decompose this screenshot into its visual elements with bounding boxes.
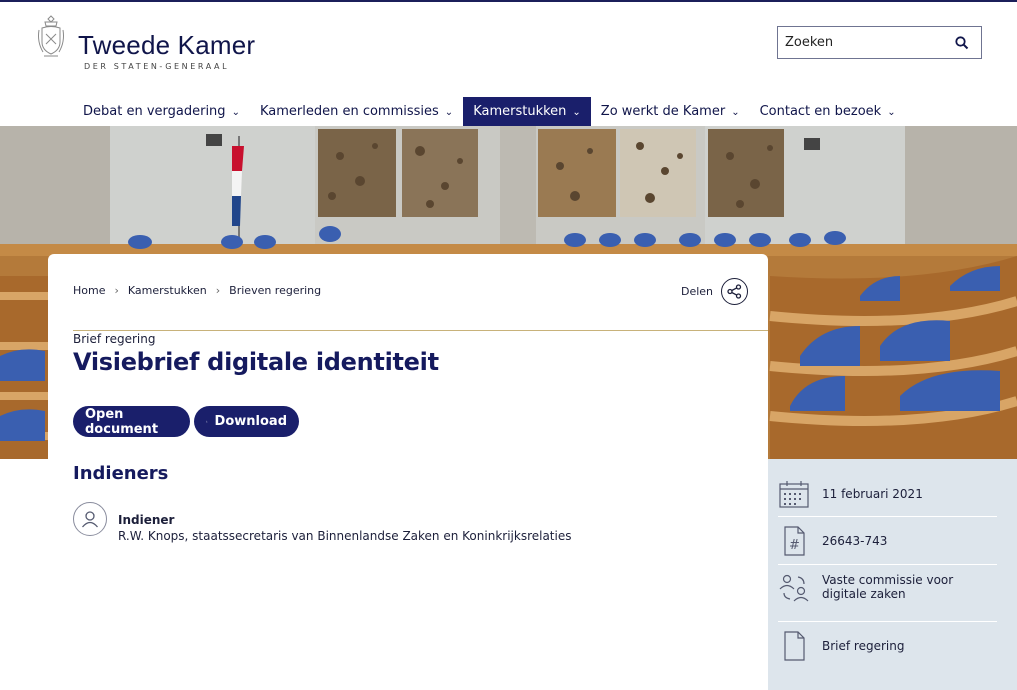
- breadcrumb-brieven[interactable]: Brieven regering: [229, 284, 321, 297]
- document-number-icon: #: [784, 526, 805, 556]
- share-label: Delen: [681, 285, 714, 298]
- nav-label: Contact en bezoek: [759, 104, 882, 119]
- breadcrumb-kamerstukken[interactable]: Kamerstukken: [128, 284, 207, 297]
- page-title: Visiebrief digitale identiteit: [73, 348, 439, 376]
- search-input[interactable]: [785, 35, 945, 50]
- document-icon: [784, 631, 805, 661]
- nav-label: Zo werkt de Kamer: [600, 104, 726, 119]
- section-title-indieners: Indieners: [73, 463, 169, 484]
- crest-icon: [38, 15, 64, 57]
- meta-number: # 26643-743: [778, 525, 997, 557]
- nav-item-kamerleden[interactable]: Kamerleden en commissies ⌄: [250, 97, 463, 126]
- meta-number-value: 26643-743: [822, 534, 888, 548]
- divider: [778, 516, 997, 517]
- breadcrumb: Home › Kamerstukken › Brieven regering: [73, 284, 321, 297]
- breadcrumb-home[interactable]: Home: [73, 284, 105, 297]
- share-button[interactable]: Delen: [681, 278, 749, 305]
- calendar-icon: [779, 481, 809, 508]
- open-document-button[interactable]: Open document: [73, 406, 190, 437]
- document-type: Brief regering: [73, 332, 156, 346]
- chevron-right-icon: ›: [114, 284, 119, 297]
- meta-kind: Brief regering: [778, 630, 997, 662]
- chevron-down-icon: ⌄: [731, 107, 740, 118]
- metadata-panel: 11 februari 2021 # 26643-743 Vaste commi…: [768, 459, 1017, 690]
- meta-date: 11 februari 2021: [778, 478, 997, 510]
- site-logo[interactable]: Tweede Kamer DER STATEN-GENERAAL: [36, 12, 255, 71]
- logo-title: Tweede Kamer: [78, 30, 256, 60]
- logo-subtitle: DER STATEN-GENERAAL: [84, 62, 230, 71]
- nav-label: Kamerleden en commissies: [259, 104, 439, 119]
- nav-item-debat[interactable]: Debat en vergadering ⌄: [73, 97, 250, 126]
- nav-label: Debat en vergadering: [83, 104, 226, 119]
- meta-committee-value[interactable]: Vaste commissie voor digitale zaken: [822, 573, 997, 601]
- committee-icon: [779, 574, 809, 602]
- divider: [73, 330, 768, 331]
- download-icon: [206, 420, 208, 423]
- nav-item-contact[interactable]: Contact en bezoek ⌄: [750, 97, 906, 126]
- meta-committee: Vaste commissie voor digitale zaken: [778, 571, 997, 603]
- top-border: [0, 0, 1017, 2]
- nav-item-kamerstukken[interactable]: Kamerstukken ⌄: [463, 97, 591, 126]
- share-icon: [721, 278, 749, 305]
- nav-label: Kamerstukken: [473, 104, 567, 119]
- chevron-right-icon: ›: [215, 284, 221, 297]
- content-card: Home › Kamerstukken › Brieven regering D…: [48, 254, 768, 690]
- indiener-role: Indiener: [118, 513, 175, 527]
- download-button[interactable]: Download: [194, 406, 299, 437]
- download-label: Download: [214, 414, 287, 429]
- open-document-label: Open document: [85, 406, 159, 437]
- chevron-down-icon: ⌄: [231, 107, 240, 118]
- search-icon[interactable]: [954, 35, 970, 51]
- search-box: [777, 26, 982, 59]
- meta-date-value: 11 februari 2021: [822, 487, 923, 501]
- chevron-down-icon: ⌄: [444, 107, 454, 118]
- indiener-name: R.W. Knops, staatssecretaris van Binnenl…: [118, 529, 572, 543]
- divider: [778, 564, 997, 565]
- person-icon: [73, 502, 107, 536]
- chevron-down-icon: ⌄: [572, 107, 581, 118]
- main-nav: Debat en vergadering ⌄ Kamerleden en comm…: [73, 97, 906, 126]
- divider: [778, 621, 997, 622]
- meta-kind-value: Brief regering: [822, 639, 905, 653]
- svg-text:#: #: [789, 538, 800, 553]
- chevron-down-icon: ⌄: [887, 107, 896, 118]
- nav-item-zo-werkt[interactable]: Zo werkt de Kamer ⌄: [591, 97, 750, 126]
